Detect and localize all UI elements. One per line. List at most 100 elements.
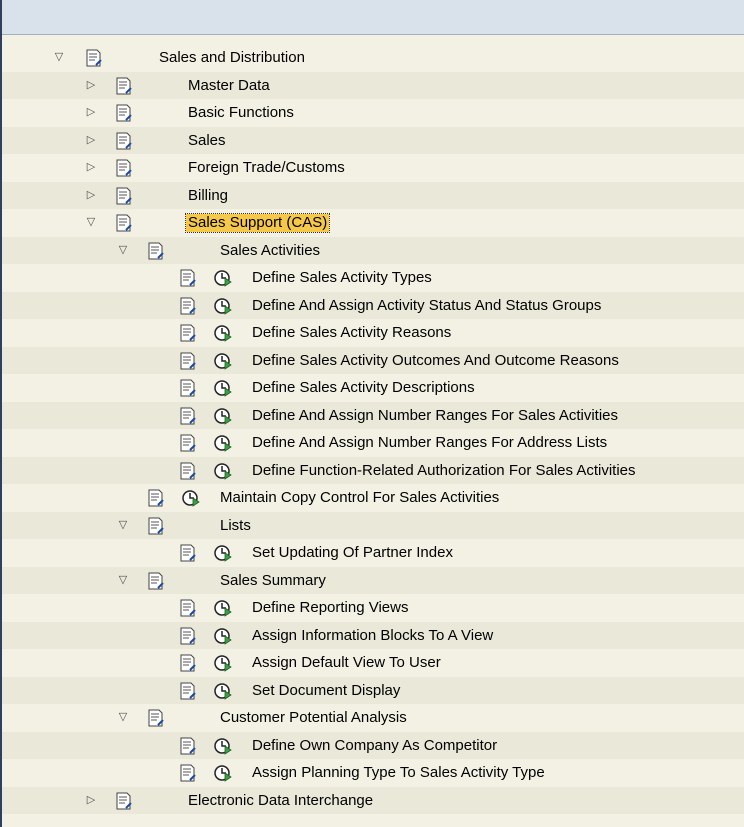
- tree-node-label[interactable]: Lists: [220, 512, 251, 540]
- tree-node-label[interactable]: Billing: [188, 182, 228, 210]
- document-icon: [180, 544, 196, 562]
- tree-activity-label[interactable]: Define Sales Activity Descriptions: [252, 374, 475, 402]
- tree-activity[interactable]: Set Document Display: [2, 676, 744, 705]
- triangle-down-icon[interactable]: ▽: [116, 704, 130, 732]
- tree-node-label[interactable]: Foreign Trade/Customs: [188, 154, 345, 182]
- document-icon: [180, 737, 196, 754]
- triangle-down-icon[interactable]: ▽: [52, 44, 66, 72]
- clock-execute-icon[interactable]: [214, 379, 232, 397]
- clock-execute-icon[interactable]: [214, 599, 232, 617]
- tree-node-sales-summary[interactable]: ▽ Sales Summary: [2, 566, 744, 595]
- triangle-right-icon[interactable]: ▷: [84, 787, 98, 815]
- tree-activity[interactable]: Define Sales Activity Reasons: [2, 319, 744, 347]
- tree-node-billing[interactable]: ▷ Billing: [2, 181, 744, 210]
- tree-node-foreign-trade[interactable]: ▷ Foreign Trade/Customs: [2, 154, 744, 182]
- tree-activity[interactable]: Define Own Company As Competitor: [2, 731, 744, 760]
- tree-node-label[interactable]: Sales: [188, 127, 226, 155]
- clock-execute-icon[interactable]: [214, 297, 232, 315]
- triangle-right-icon[interactable]: ▷: [84, 182, 98, 210]
- clock-execute-icon[interactable]: [214, 324, 232, 342]
- tree-activity-label[interactable]: Assign Planning Type To Sales Activity T…: [252, 759, 545, 787]
- clock-execute-icon[interactable]: [214, 682, 232, 700]
- tree-activity-label[interactable]: Assign Information Blocks To A View: [252, 622, 493, 650]
- customizing-tree: ▽ Sales and Distribution ▷ Master Data ▷…: [2, 44, 744, 814]
- tree-node-label[interactable]: Sales Activities: [220, 237, 320, 265]
- tree-node-lists[interactable]: ▽ Lists: [2, 511, 744, 540]
- tree-activity-label[interactable]: Define Reporting Views: [252, 594, 408, 622]
- tree-node-sales-and-distribution[interactable]: ▽ Sales and Distribution: [2, 44, 744, 72]
- tree-activity-label[interactable]: Define Sales Activity Reasons: [252, 319, 451, 347]
- tree-activity[interactable]: Maintain Copy Control For Sales Activiti…: [2, 484, 744, 512]
- tree-node-master-data[interactable]: ▷ Master Data: [2, 71, 744, 100]
- tree-activity-label[interactable]: Maintain Copy Control For Sales Activiti…: [220, 484, 499, 512]
- tree-activity-label[interactable]: Define Own Company As Competitor: [252, 732, 497, 760]
- tree-activity[interactable]: Define And Assign Activity Status And St…: [2, 291, 744, 320]
- tree-activity[interactable]: Assign Information Blocks To A View: [2, 621, 744, 650]
- clock-execute-icon[interactable]: [214, 737, 232, 755]
- clock-execute-icon[interactable]: [182, 489, 200, 507]
- tree-activity[interactable]: Define And Assign Number Ranges For Sale…: [2, 401, 744, 430]
- clock-execute-icon[interactable]: [214, 407, 232, 425]
- triangle-right-icon[interactable]: ▷: [84, 72, 98, 100]
- tree-activity[interactable]: Define Sales Activity Types: [2, 264, 744, 292]
- document-icon: [180, 682, 196, 699]
- tree-node-label-selected[interactable]: Sales Support (CAS): [184, 213, 331, 233]
- document-icon: [180, 407, 196, 424]
- tree-activity[interactable]: Assign Default View To User: [2, 649, 744, 677]
- tree-activity-label[interactable]: Set Updating Of Partner Index: [252, 539, 453, 567]
- tree-node-sales-support[interactable]: ▽ Sales Support (CAS): [2, 209, 744, 237]
- tree-activity[interactable]: Define Reporting Views: [2, 594, 744, 622]
- document-icon: [180, 352, 196, 369]
- tree-node-label[interactable]: Electronic Data Interchange: [188, 787, 373, 815]
- clock-execute-icon[interactable]: [214, 352, 232, 370]
- clock-execute-icon[interactable]: [214, 654, 232, 672]
- tree-activity[interactable]: Define Function-Related Authorization Fo…: [2, 456, 744, 485]
- triangle-down-icon[interactable]: ▽: [116, 567, 130, 595]
- document-icon: [116, 214, 132, 232]
- document-icon: [148, 572, 164, 589]
- triangle-right-icon[interactable]: ▷: [84, 154, 98, 182]
- tree-node-label[interactable]: Sales Summary: [220, 567, 326, 595]
- document-icon: [148, 709, 164, 727]
- tree-activity-label[interactable]: Define Sales Activity Types: [252, 264, 432, 292]
- tree-activity-label[interactable]: Assign Default View To User: [252, 649, 441, 677]
- tree-activity-label[interactable]: Define And Assign Number Ranges For Addr…: [252, 429, 607, 457]
- tree-node-sales[interactable]: ▷ Sales: [2, 126, 744, 155]
- tree-activity-label[interactable]: Define Function-Related Authorization Fo…: [252, 457, 636, 485]
- tree-node-sales-activities[interactable]: ▽ Sales Activities: [2, 236, 744, 265]
- triangle-down-icon[interactable]: ▽: [116, 512, 130, 540]
- tree-node-label[interactable]: Master Data: [188, 72, 270, 100]
- tree-node-basic-functions[interactable]: ▷ Basic Functions: [2, 99, 744, 127]
- clock-execute-icon[interactable]: [214, 544, 232, 562]
- tree-node-label[interactable]: Sales and Distribution: [159, 44, 305, 72]
- tree-activity[interactable]: Define Sales Activity Descriptions: [2, 374, 744, 402]
- document-icon: [148, 489, 164, 507]
- clock-execute-icon[interactable]: [214, 462, 232, 480]
- tree-activity-label[interactable]: Define And Assign Activity Status And St…: [252, 292, 601, 320]
- triangle-right-icon[interactable]: ▷: [84, 127, 98, 155]
- clock-execute-icon[interactable]: [214, 627, 232, 645]
- triangle-right-icon[interactable]: ▷: [84, 99, 98, 127]
- triangle-down-icon[interactable]: ▽: [116, 237, 130, 265]
- clock-execute-icon[interactable]: [214, 764, 232, 782]
- tree-activity-label[interactable]: Set Document Display: [252, 677, 400, 705]
- tree-node-customer-potential-analysis[interactable]: ▽ Customer Potential Analysis: [2, 704, 744, 732]
- document-icon: [116, 792, 132, 809]
- tree-activity[interactable]: Define And Assign Number Ranges For Addr…: [2, 429, 744, 457]
- tree-activity[interactable]: Set Updating Of Partner Index: [2, 539, 744, 567]
- document-icon: [86, 49, 102, 67]
- tree-activity[interactable]: Assign Planning Type To Sales Activity T…: [2, 759, 744, 787]
- tree-header-bar: [2, 0, 744, 35]
- tree-node-electronic-data-interchange[interactable]: ▷ Electronic Data Interchange: [2, 786, 744, 815]
- document-icon: [180, 654, 196, 672]
- document-icon: [116, 104, 132, 122]
- tree-activity-label[interactable]: Define And Assign Number Ranges For Sale…: [252, 402, 618, 430]
- tree-node-label[interactable]: Basic Functions: [188, 99, 294, 127]
- clock-execute-icon[interactable]: [214, 269, 232, 287]
- tree-activity[interactable]: Define Sales Activity Outcomes And Outco…: [2, 346, 744, 375]
- clock-execute-icon[interactable]: [214, 434, 232, 452]
- triangle-down-icon[interactable]: ▽: [84, 209, 98, 237]
- tree-activity-label[interactable]: Define Sales Activity Outcomes And Outco…: [252, 347, 619, 375]
- tree-node-label[interactable]: Customer Potential Analysis: [220, 704, 407, 732]
- document-icon: [180, 434, 196, 452]
